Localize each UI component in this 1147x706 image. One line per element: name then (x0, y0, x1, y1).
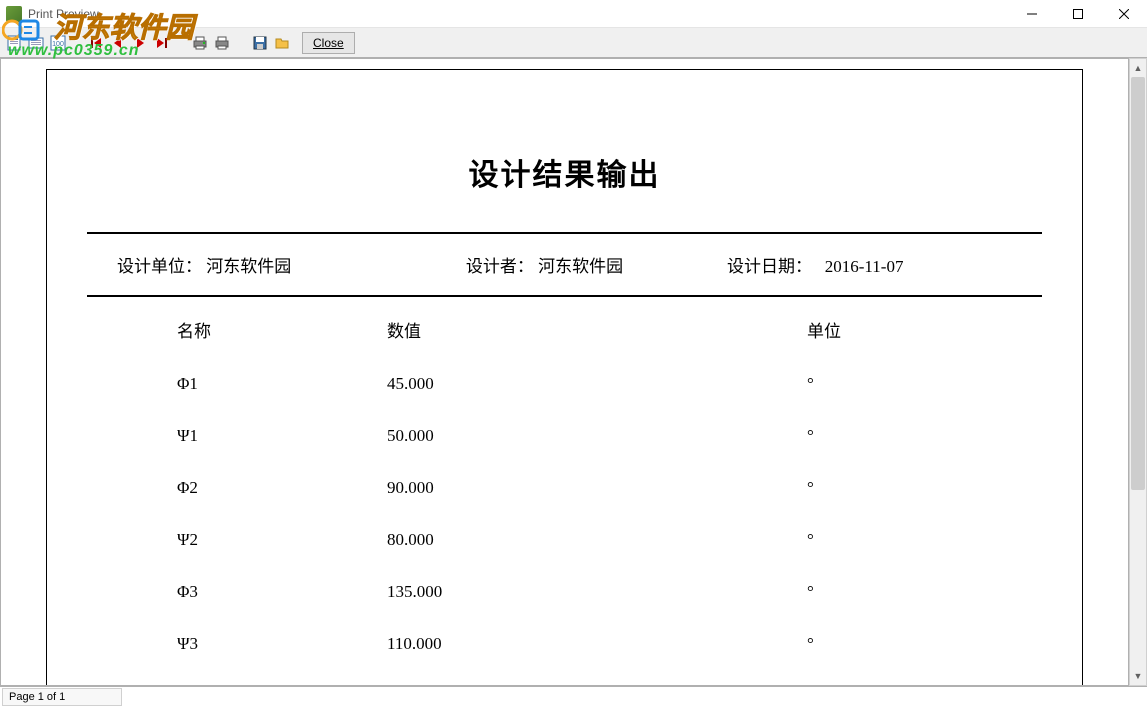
scroll-track[interactable] (1130, 77, 1146, 667)
print-icon[interactable] (212, 33, 232, 53)
next-page-icon[interactable] (130, 33, 150, 53)
table-row: Φ290.000° (87, 462, 1042, 514)
page-width-icon[interactable] (26, 33, 46, 53)
close-button-label: Close (313, 36, 344, 50)
window-close-button[interactable] (1101, 0, 1147, 28)
prev-page-icon[interactable] (108, 33, 128, 53)
table-row: Φ3135.000° (87, 566, 1042, 618)
info-org: 设计单位： 河东软件园 (117, 252, 402, 277)
print-setup-icon[interactable] (190, 33, 210, 53)
info-designer: 设计者： 河东软件园 (402, 252, 687, 277)
cell-value: 45.000 (387, 374, 737, 394)
first-page-icon[interactable] (86, 33, 106, 53)
open-icon[interactable] (272, 33, 292, 53)
cell-unit: ° (737, 582, 1042, 602)
cell-unit: ° (737, 426, 1042, 446)
window-maximize-button[interactable] (1055, 0, 1101, 28)
info-org-label: 设计单位： (117, 257, 202, 276)
scroll-thumb[interactable] (1131, 77, 1145, 490)
cell-value: 110.000 (387, 634, 737, 654)
cell-name: Ψ3 (87, 634, 387, 654)
scroll-up-arrow-icon[interactable]: ▲ (1130, 59, 1146, 77)
vertical-scrollbar[interactable]: ▲ ▼ (1129, 58, 1147, 686)
divider-top (87, 232, 1042, 234)
info-date: 设计日期： 2016-11-07 (687, 252, 1012, 277)
status-page-info: Page 1 of 1 (2, 688, 122, 706)
cell-value: 135.000 (387, 582, 737, 602)
info-date-value: 2016-11-07 (825, 257, 904, 276)
window-title: Print Preview (28, 7, 99, 21)
scroll-down-arrow-icon[interactable]: ▼ (1130, 667, 1146, 685)
table-row: Ψ280.000° (87, 514, 1042, 566)
header-unit: 单位 (737, 317, 1042, 342)
header-value: 数值 (387, 317, 737, 342)
app-icon (6, 6, 22, 22)
cell-value: 90.000 (387, 478, 737, 498)
window-minimize-button[interactable] (1009, 0, 1055, 28)
data-table: 名称 数值 单位 Φ145.000°Ψ150.000°Φ290.000°Ψ280… (87, 317, 1042, 670)
table-row: Φ145.000° (87, 358, 1042, 410)
cell-unit: ° (737, 374, 1042, 394)
info-date-label: 设计日期： (727, 257, 812, 276)
info-designer-value: 河东软件园 (538, 257, 623, 276)
save-icon[interactable] (250, 33, 270, 53)
cell-unit: ° (737, 478, 1042, 498)
window-titlebar: Print Preview (0, 0, 1147, 28)
svg-text:100: 100 (52, 41, 64, 48)
cell-name: Φ3 (87, 582, 387, 602)
toolbar: 100 Close (0, 28, 1147, 58)
cell-name: Ψ2 (87, 530, 387, 550)
header-name: 名称 (87, 317, 387, 342)
cell-value: 50.000 (387, 426, 737, 446)
cell-name: Φ2 (87, 478, 387, 498)
cell-unit: ° (737, 634, 1042, 654)
info-org-value: 河东软件园 (206, 257, 291, 276)
info-designer-label: 设计者： (466, 257, 534, 276)
cell-unit: ° (737, 530, 1042, 550)
table-header-row: 名称 数值 单位 (87, 317, 1042, 358)
hundred-percent-icon[interactable]: 100 (48, 33, 68, 53)
close-button[interactable]: Close (302, 32, 355, 54)
preview-viewport[interactable]: 设计结果输出 设计单位： 河东软件园 设计者： 河东软件园 设计日期： 2016… (0, 58, 1129, 686)
cell-name: Ψ1 (87, 426, 387, 446)
table-row: Ψ3110.000° (87, 618, 1042, 670)
cell-value: 80.000 (387, 530, 737, 550)
last-page-icon[interactable] (152, 33, 172, 53)
status-bar: Page 1 of 1 (0, 686, 1147, 706)
document-title: 设计结果输出 (87, 150, 1042, 194)
whole-page-icon[interactable] (4, 33, 24, 53)
cell-name: Φ1 (87, 374, 387, 394)
preview-area: 设计结果输出 设计单位： 河东软件园 设计者： 河东软件园 设计日期： 2016… (0, 58, 1147, 686)
divider-mid (87, 295, 1042, 297)
page: 设计结果输出 设计单位： 河东软件园 设计者： 河东软件园 设计日期： 2016… (46, 69, 1083, 686)
table-row: Ψ150.000° (87, 410, 1042, 462)
info-row: 设计单位： 河东软件园 设计者： 河东软件园 设计日期： 2016-11-07 (87, 252, 1042, 295)
